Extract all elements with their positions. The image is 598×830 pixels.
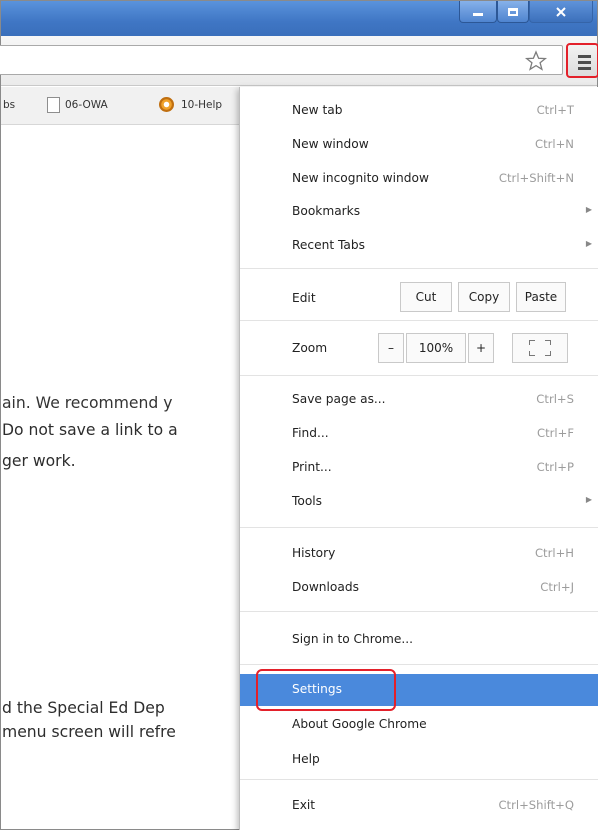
menu-item-label: Edit bbox=[292, 291, 316, 305]
close-icon bbox=[556, 6, 566, 17]
menu-item-new-window[interactable]: New window Ctrl+N bbox=[240, 129, 598, 161]
zoom-out-button[interactable]: – bbox=[378, 333, 404, 363]
menu-item-label: New incognito window bbox=[292, 171, 429, 185]
menu-item-help[interactable]: Help bbox=[240, 744, 598, 776]
menu-item-label: Downloads bbox=[292, 580, 359, 594]
menu-divider bbox=[240, 779, 598, 780]
chevron-right-icon: ▶ bbox=[585, 239, 592, 248]
menu-item-new-incognito-window[interactable]: New incognito window Ctrl+Shift+N bbox=[240, 163, 598, 195]
menu-item-tools[interactable]: Tools ▶ bbox=[240, 486, 598, 518]
maximize-button[interactable] bbox=[497, 1, 529, 23]
menu-item-label: Zoom bbox=[292, 341, 328, 355]
menu-divider bbox=[240, 527, 598, 528]
menu-item-label: History bbox=[292, 546, 336, 560]
fullscreen-icon-corner bbox=[545, 340, 551, 345]
hamburger-menu-icon-bar bbox=[578, 61, 591, 64]
bookmark-item[interactable]: 06-OWA bbox=[65, 99, 108, 111]
menu-item-label: About Google Chrome bbox=[292, 717, 427, 731]
browser-toolbar bbox=[0, 36, 598, 86]
menu-item-label: Print... bbox=[292, 460, 332, 474]
menu-item-shortcut: Ctrl+Shift+Q bbox=[498, 798, 574, 812]
menu-item-label: Find... bbox=[292, 426, 329, 440]
fullscreen-icon bbox=[529, 340, 551, 356]
site-favicon-icon bbox=[159, 97, 174, 112]
minimize-icon bbox=[473, 13, 483, 16]
menu-item-label: New tab bbox=[292, 103, 343, 117]
hamburger-menu-icon bbox=[578, 55, 591, 58]
menu-item-label: Sign in to Chrome... bbox=[292, 632, 413, 646]
menu-divider bbox=[240, 664, 598, 665]
menu-divider bbox=[240, 611, 598, 612]
chevron-right-icon: ▶ bbox=[585, 205, 592, 214]
content-text-line: menu screen will refre bbox=[2, 723, 176, 741]
menu-item-shortcut: Ctrl+N bbox=[534, 137, 574, 151]
minimize-button[interactable] bbox=[459, 1, 497, 23]
cut-button[interactable]: Cut bbox=[400, 282, 452, 312]
zoom-in-button[interactable]: + bbox=[468, 333, 494, 363]
menu-item-bookmarks[interactable]: Bookmarks ▶ bbox=[240, 196, 598, 228]
menu-item-history[interactable]: History Ctrl+H bbox=[240, 538, 598, 570]
content-text-line: ain. We recommend y bbox=[2, 394, 173, 412]
content-text-line: ger work. bbox=[2, 452, 76, 470]
chevron-right-icon: ▶ bbox=[585, 495, 592, 504]
paste-button[interactable]: Paste bbox=[516, 282, 566, 312]
fullscreen-icon-corner bbox=[529, 351, 535, 356]
menu-item-downloads[interactable]: Downloads Ctrl+J bbox=[240, 572, 598, 604]
copy-button[interactable]: Copy bbox=[458, 282, 510, 312]
menu-item-label: Exit bbox=[292, 798, 316, 812]
chrome-menu-button[interactable] bbox=[566, 43, 598, 78]
restore-icon bbox=[508, 7, 518, 16]
window-title-bar bbox=[1, 1, 597, 36]
address-bar[interactable] bbox=[0, 45, 563, 75]
menu-divider bbox=[240, 375, 598, 376]
settings-callout-outline bbox=[256, 669, 396, 711]
menu-item-exit[interactable]: Exit Ctrl+Shift+Q bbox=[240, 790, 598, 822]
menu-item-shortcut: Ctrl+J bbox=[540, 580, 574, 594]
menu-item-find[interactable]: Find... Ctrl+F bbox=[240, 418, 598, 450]
menu-item-shortcut: Ctrl+Shift+N bbox=[498, 171, 574, 185]
bookmark-item[interactable]: 10-Help bbox=[181, 99, 222, 111]
menu-item-print[interactable]: Print... Ctrl+P bbox=[240, 452, 598, 484]
zoom-level: 100% bbox=[406, 333, 466, 363]
menu-item-label: Tools bbox=[292, 494, 323, 508]
menu-item-label: Save page as... bbox=[292, 392, 386, 406]
fullscreen-icon-corner bbox=[529, 340, 535, 345]
bookmark-star-icon[interactable] bbox=[523, 50, 549, 72]
fullscreen-icon-corner bbox=[545, 351, 551, 356]
hamburger-menu-icon-bar bbox=[578, 67, 591, 70]
menu-item-recent-tabs[interactable]: Recent Tabs ▶ bbox=[240, 230, 598, 262]
content-text-line: d the Special Ed Dep bbox=[2, 699, 165, 717]
menu-item-shortcut: Ctrl+P bbox=[536, 460, 574, 474]
menu-item-new-tab[interactable]: New tab Ctrl+T bbox=[240, 95, 598, 127]
menu-item-shortcut: Ctrl+F bbox=[536, 426, 574, 440]
menu-item-about[interactable]: About Google Chrome bbox=[240, 709, 598, 741]
close-button[interactable] bbox=[529, 1, 593, 23]
menu-item-sign-in[interactable]: Sign in to Chrome... bbox=[240, 624, 598, 656]
fullscreen-button[interactable] bbox=[512, 333, 568, 363]
menu-divider bbox=[240, 268, 598, 269]
menu-item-label: Help bbox=[292, 752, 320, 766]
content-text-line: Do not save a link to a bbox=[2, 421, 178, 439]
menu-item-shortcut: Ctrl+T bbox=[536, 103, 574, 117]
menu-item-label: Bookmarks bbox=[292, 204, 361, 218]
menu-divider bbox=[240, 320, 598, 321]
file-icon bbox=[47, 97, 60, 113]
menu-item-label: New window bbox=[292, 137, 369, 151]
menu-item-shortcut: Ctrl+S bbox=[536, 392, 574, 406]
menu-item-shortcut: Ctrl+H bbox=[534, 546, 574, 560]
menu-item-save-page[interactable]: Save page as... Ctrl+S bbox=[240, 384, 598, 416]
chrome-menu: New tab Ctrl+T New window Ctrl+N New inc… bbox=[239, 87, 598, 830]
bookmark-item[interactable]: bs bbox=[3, 99, 15, 111]
menu-item-label: Recent Tabs bbox=[292, 238, 365, 252]
